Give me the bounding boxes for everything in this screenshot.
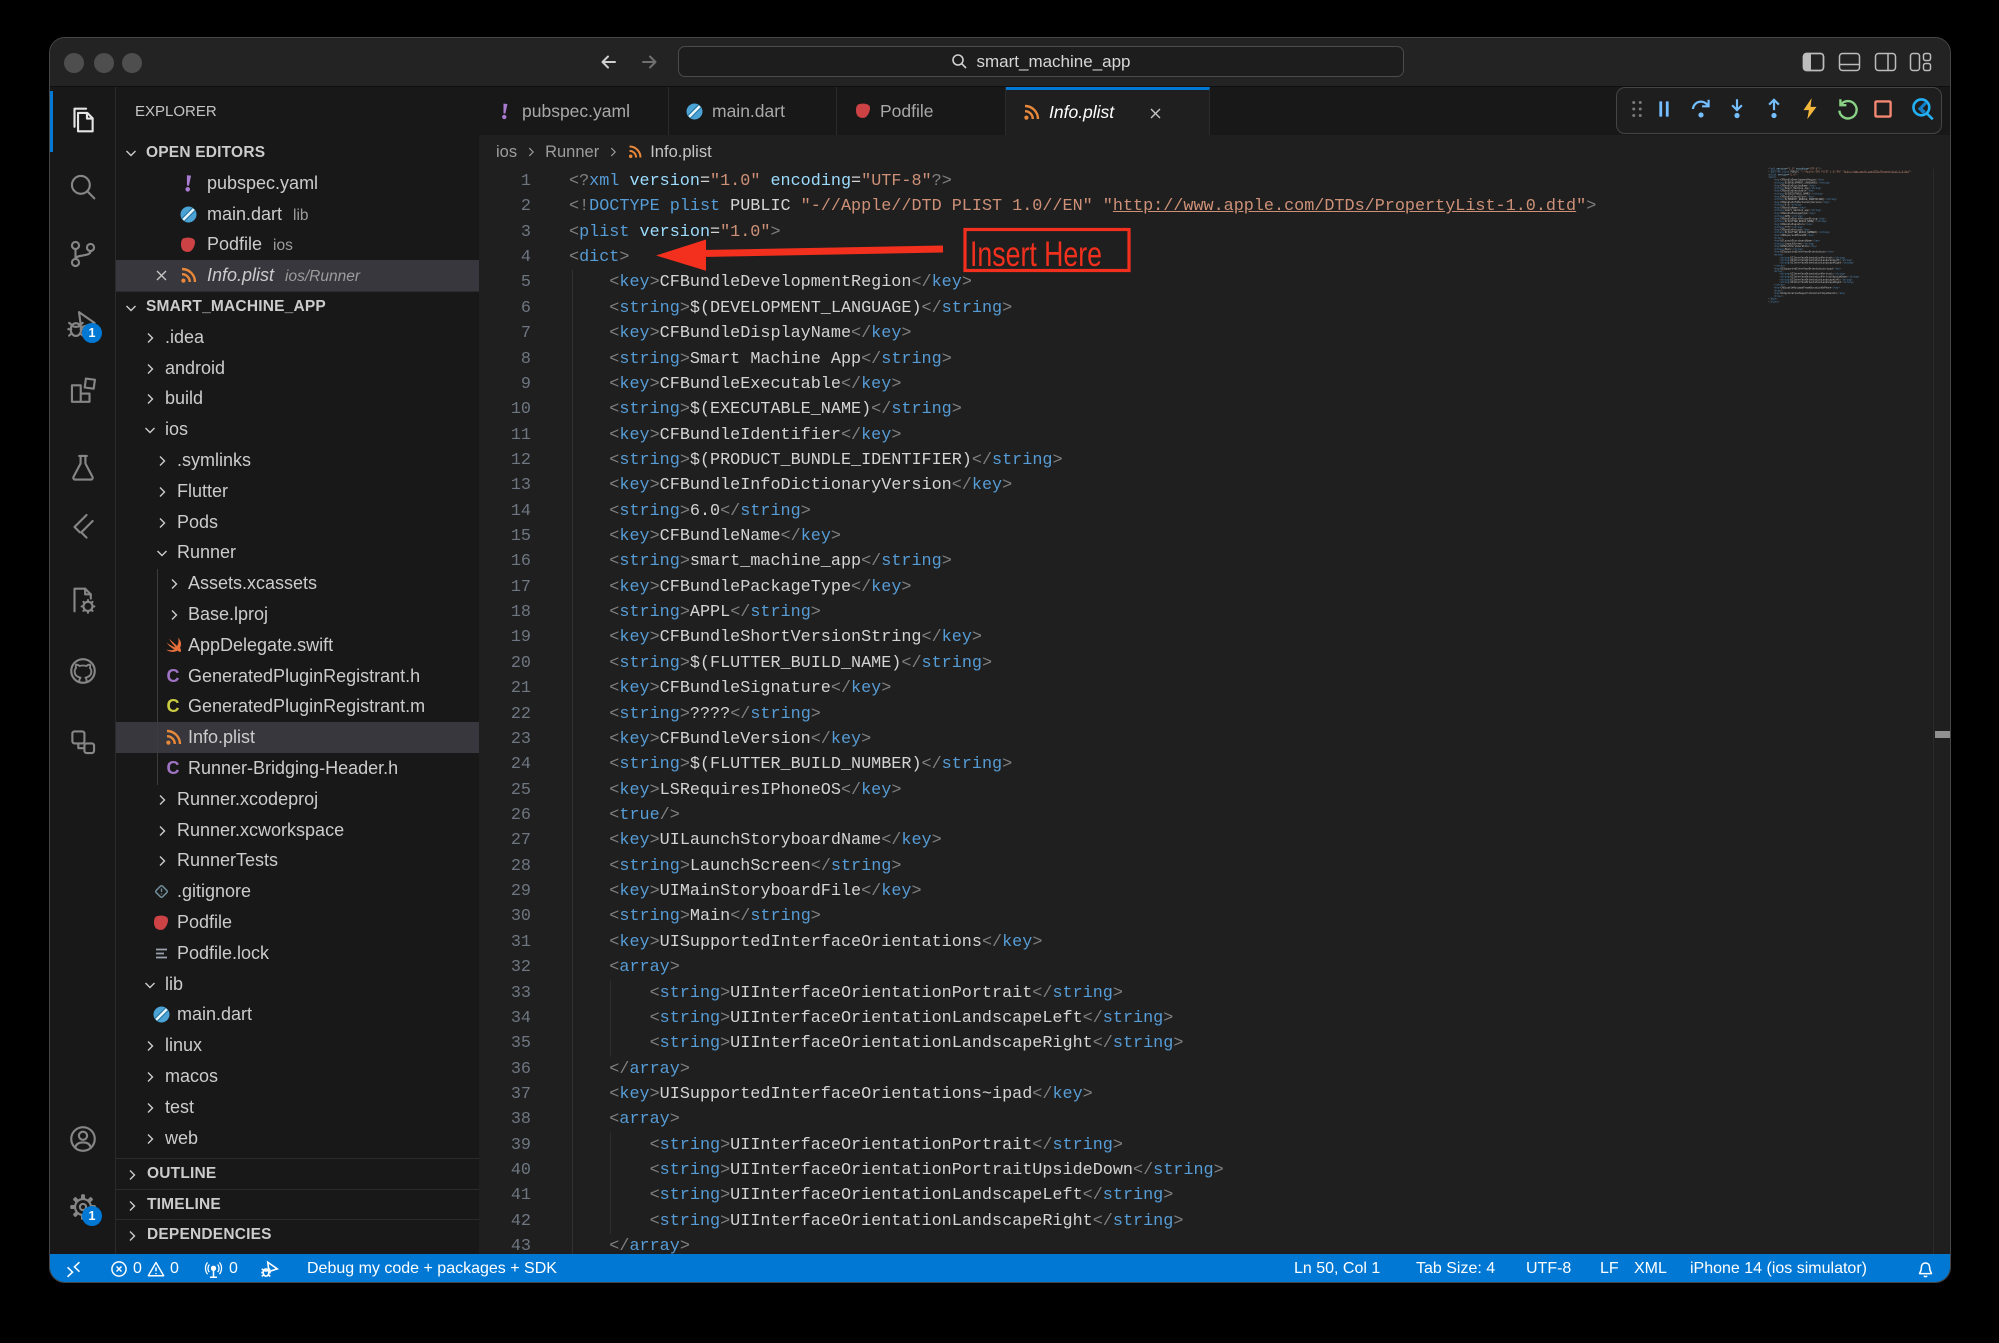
svg-text:Insert Here: Insert Here: [970, 235, 1102, 274]
